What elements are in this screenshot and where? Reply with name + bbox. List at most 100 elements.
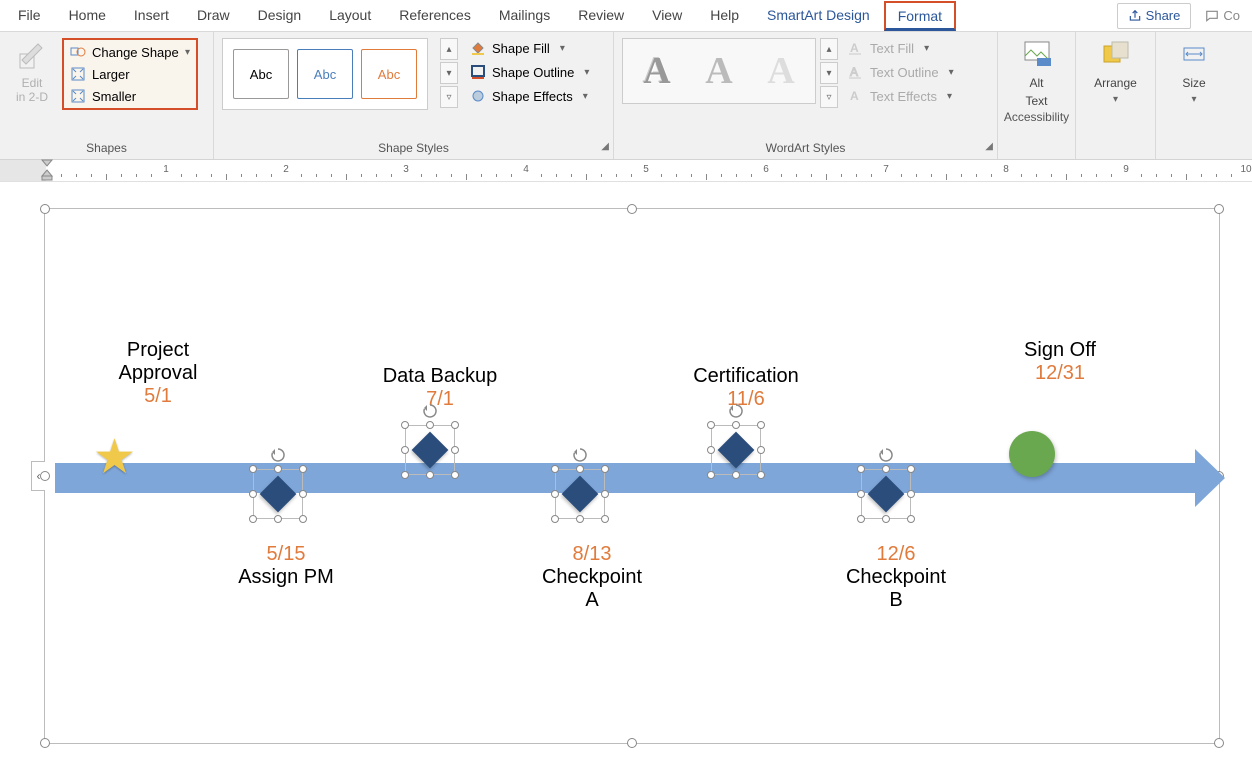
size-button[interactable]: Size ▾ [1156, 32, 1232, 105]
resize-handle[interactable] [551, 490, 559, 498]
style-swatch-3[interactable]: Abc [361, 49, 417, 99]
tab-draw[interactable]: Draw [183, 0, 244, 32]
larger-button[interactable]: Larger [66, 64, 194, 84]
gallery-up-button[interactable]: ▴ [440, 38, 458, 60]
resize-handle[interactable] [40, 204, 50, 214]
tab-format[interactable]: Format [884, 1, 956, 31]
milestone-bottom-1[interactable]: 5/15 Assign PM [211, 543, 361, 589]
resize-handle[interactable] [907, 515, 915, 523]
tab-home[interactable]: Home [55, 0, 120, 32]
resize-handle[interactable] [627, 738, 637, 748]
resize-handle[interactable] [551, 465, 559, 473]
resize-handle[interactable] [907, 465, 915, 473]
resize-handle[interactable] [907, 490, 915, 498]
wordart-gallery[interactable]: A A A [622, 38, 816, 104]
resize-handle[interactable] [576, 465, 584, 473]
resize-handle[interactable] [1214, 738, 1224, 748]
rotate-handle[interactable] [270, 447, 286, 463]
resize-handle[interactable] [601, 465, 609, 473]
circle-shape[interactable] [1009, 431, 1055, 477]
diamond-shape-selected[interactable] [701, 415, 771, 485]
alt-text-button[interactable]: Alt Text [998, 32, 1075, 108]
rotate-handle[interactable] [572, 447, 588, 463]
horizontal-ruler[interactable]: 12345678910 [0, 160, 1252, 182]
comments-button[interactable]: Co [1197, 3, 1248, 29]
resize-handle[interactable] [757, 471, 765, 479]
tab-references[interactable]: References [385, 0, 485, 32]
resize-handle[interactable] [1214, 204, 1224, 214]
rotate-handle[interactable] [878, 447, 894, 463]
resize-handle[interactable] [601, 515, 609, 523]
resize-handle[interactable] [451, 446, 459, 454]
style-swatch-2[interactable]: Abc [297, 49, 353, 99]
resize-handle[interactable] [551, 515, 559, 523]
tab-smartart-design[interactable]: SmartArt Design [753, 0, 884, 32]
milestone-bottom-2[interactable]: 8/13 Checkpoint A [517, 543, 667, 612]
smartart-frame[interactable]: ‹ Project Approval 5/1 Data Backup 7/1 C… [44, 208, 1220, 744]
resize-handle[interactable] [601, 490, 609, 498]
milestone-top-3[interactable]: Certification 11/6 [661, 365, 831, 411]
resize-handle[interactable] [299, 490, 307, 498]
dialog-launcher-icon[interactable]: ◢ [601, 141, 609, 152]
milestone-top-1[interactable]: Project Approval 5/1 [73, 339, 243, 408]
change-shape-button[interactable]: Change Shape ▾ [66, 42, 194, 62]
resize-handle[interactable] [857, 515, 865, 523]
tab-file[interactable]: File [4, 0, 55, 32]
resize-handle[interactable] [274, 465, 282, 473]
resize-handle[interactable] [757, 446, 765, 454]
resize-handle[interactable] [249, 465, 257, 473]
resize-handle[interactable] [299, 515, 307, 523]
share-button[interactable]: Share [1117, 3, 1192, 29]
resize-handle[interactable] [576, 515, 584, 523]
wordart-swatch-3[interactable]: A [753, 45, 809, 97]
diamond-shape-selected[interactable] [851, 459, 921, 529]
diamond-shape-selected[interactable] [395, 415, 465, 485]
resize-handle[interactable] [707, 446, 715, 454]
resize-handle[interactable] [426, 471, 434, 479]
wa-gallery-more-button[interactable]: ▿ [820, 86, 838, 108]
tab-review[interactable]: Review [564, 0, 638, 32]
arrange-button[interactable]: Arrange ▾ [1076, 32, 1155, 105]
resize-handle[interactable] [249, 490, 257, 498]
shape-effects-button[interactable]: Shape Effects ▾ [466, 86, 593, 106]
resize-handle[interactable] [882, 465, 890, 473]
shape-fill-button[interactable]: Shape Fill ▾ [466, 38, 593, 58]
resize-handle[interactable] [401, 446, 409, 454]
resize-handle[interactable] [40, 738, 50, 748]
resize-handle[interactable] [451, 421, 459, 429]
milestone-top-2[interactable]: Data Backup 7/1 [355, 365, 525, 411]
resize-handle[interactable] [274, 515, 282, 523]
resize-handle[interactable] [451, 471, 459, 479]
diamond-shape-selected[interactable] [243, 459, 313, 529]
diamond-shape-selected[interactable] [545, 459, 615, 529]
resize-handle[interactable] [707, 471, 715, 479]
resize-handle[interactable] [249, 515, 257, 523]
rotate-handle[interactable] [728, 403, 744, 419]
tab-help[interactable]: Help [696, 0, 753, 32]
tab-insert[interactable]: Insert [120, 0, 183, 32]
smaller-button[interactable]: Smaller [66, 86, 194, 106]
tab-view[interactable]: View [638, 0, 696, 32]
resize-handle[interactable] [857, 490, 865, 498]
resize-handle[interactable] [882, 515, 890, 523]
resize-handle[interactable] [401, 421, 409, 429]
milestone-top-4[interactable]: Sign Off 12/31 [975, 339, 1145, 385]
document-area[interactable]: ‹ Project Approval 5/1 Data Backup 7/1 C… [0, 182, 1252, 772]
tab-mailings[interactable]: Mailings [485, 0, 564, 32]
resize-handle[interactable] [40, 471, 50, 481]
tab-design[interactable]: Design [244, 0, 316, 32]
star-shape[interactable]: ★ [93, 429, 136, 485]
wordart-swatch-1[interactable]: A [629, 45, 685, 97]
style-swatch-1[interactable]: Abc [233, 49, 289, 99]
resize-handle[interactable] [401, 471, 409, 479]
resize-handle[interactable] [426, 421, 434, 429]
resize-handle[interactable] [299, 465, 307, 473]
resize-handle[interactable] [857, 465, 865, 473]
rotate-handle[interactable] [422, 403, 438, 419]
resize-handle[interactable] [707, 421, 715, 429]
shape-outline-button[interactable]: Shape Outline ▾ [466, 62, 593, 82]
wordart-swatch-2[interactable]: A [691, 45, 747, 97]
gallery-more-button[interactable]: ▿ [440, 86, 458, 108]
gallery-down-button[interactable]: ▾ [440, 62, 458, 84]
wa-gallery-down-button[interactable]: ▾ [820, 62, 838, 84]
